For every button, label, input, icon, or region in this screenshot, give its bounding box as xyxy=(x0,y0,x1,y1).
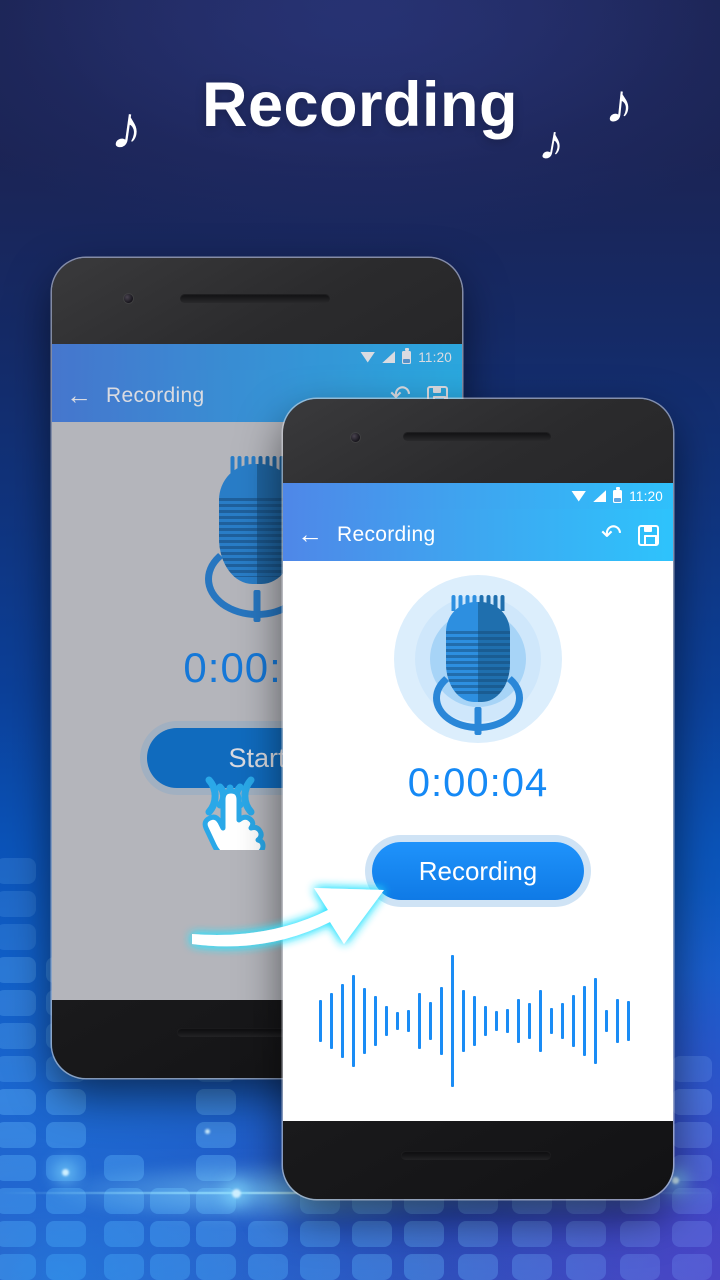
signal-icon xyxy=(382,351,396,363)
microphone-area xyxy=(283,575,673,743)
waveform-bar xyxy=(395,1012,399,1030)
waveform-bar xyxy=(516,999,520,1043)
mic-stem xyxy=(253,590,261,622)
waveform-bar xyxy=(615,999,619,1043)
waveform-bar xyxy=(351,975,355,1067)
earpiece-grille xyxy=(403,432,551,441)
waveform-bar xyxy=(527,1003,531,1039)
waveform-bar xyxy=(384,1006,388,1036)
app-bar-actions: ↶ xyxy=(601,521,659,547)
waveform-bar xyxy=(318,1000,322,1042)
waveform-bar xyxy=(329,993,333,1049)
audio-waveform xyxy=(283,946,673,1096)
light-spark xyxy=(672,1177,679,1184)
page-title: Recording xyxy=(201,70,519,140)
waveform-bar xyxy=(593,978,597,1064)
light-spark xyxy=(232,1189,241,1198)
light-spark xyxy=(62,1169,69,1176)
app-body: 0:00:04 Recording xyxy=(283,575,673,1121)
waveform-bar xyxy=(626,1001,630,1041)
status-clock: 11:20 xyxy=(629,488,663,504)
undo-icon[interactable]: ↶ xyxy=(601,521,622,547)
waveform-bar xyxy=(373,996,377,1046)
battery-icon xyxy=(402,348,412,364)
front-camera-icon xyxy=(351,433,360,442)
waveform-bar xyxy=(461,990,465,1052)
waveform-bar xyxy=(417,993,421,1049)
music-note-icon: ♪ xyxy=(602,70,638,137)
recording-button-label: Recording xyxy=(418,855,538,886)
waveform-bar xyxy=(505,1009,509,1033)
app-bar-title: Recording xyxy=(337,523,436,546)
mic-halo-outer xyxy=(394,575,562,743)
back-arrow-icon[interactable]: ← xyxy=(297,521,323,547)
waveform-bar xyxy=(538,990,542,1052)
record-button-wrap: Recording xyxy=(283,842,673,900)
bottom-speaker-grille xyxy=(401,1151,551,1160)
microphone-icon xyxy=(423,591,533,735)
recording-button[interactable]: Recording xyxy=(372,842,584,900)
signal-icon xyxy=(593,490,607,502)
start-recording-button-label: Start xyxy=(228,742,286,773)
waveform-bar xyxy=(472,996,476,1046)
status-clock: 11:20 xyxy=(418,349,452,365)
light-spark xyxy=(205,1129,210,1134)
back-arrow-icon[interactable]: ← xyxy=(66,382,92,408)
waveform-bar xyxy=(494,1011,498,1031)
mic-stem xyxy=(474,707,482,735)
waveform-bar xyxy=(340,984,344,1058)
waveform-bar xyxy=(450,955,454,1087)
battery-icon xyxy=(613,487,623,503)
waveform-bar xyxy=(582,986,586,1056)
save-icon[interactable] xyxy=(638,524,659,546)
waveform-bar xyxy=(483,1006,487,1036)
waveform-bar xyxy=(362,988,366,1054)
status-bar: 11:20 xyxy=(283,483,673,509)
front-phone-screen: 11:20 ← Recording ↶ 0:00:04 Recording xyxy=(283,483,673,1121)
status-bar: 11:20 xyxy=(52,344,462,370)
app-bar: ← Recording ↶ xyxy=(283,509,673,561)
waveform-bar xyxy=(549,1008,553,1034)
waveform-bar xyxy=(560,1003,564,1039)
front-camera-icon xyxy=(124,294,133,303)
wifi-icon xyxy=(360,351,376,363)
waveform-bar xyxy=(439,987,443,1055)
recording-timer: 0:00:04 xyxy=(407,761,549,805)
waveform-bar xyxy=(406,1010,410,1032)
wifi-icon xyxy=(571,490,587,502)
waveform-bar xyxy=(604,1010,608,1032)
waveform-bar xyxy=(428,1002,432,1040)
earpiece-grille xyxy=(180,294,330,303)
front-phone-mockup: 11:20 ← Recording ↶ 0:00:04 Recording xyxy=(283,399,673,1199)
promo-screenshot: Recording ♪ ♪ ♪ 11:20 ← Recording ↶ 0:00… xyxy=(0,0,720,1280)
waveform-bar xyxy=(571,995,575,1047)
